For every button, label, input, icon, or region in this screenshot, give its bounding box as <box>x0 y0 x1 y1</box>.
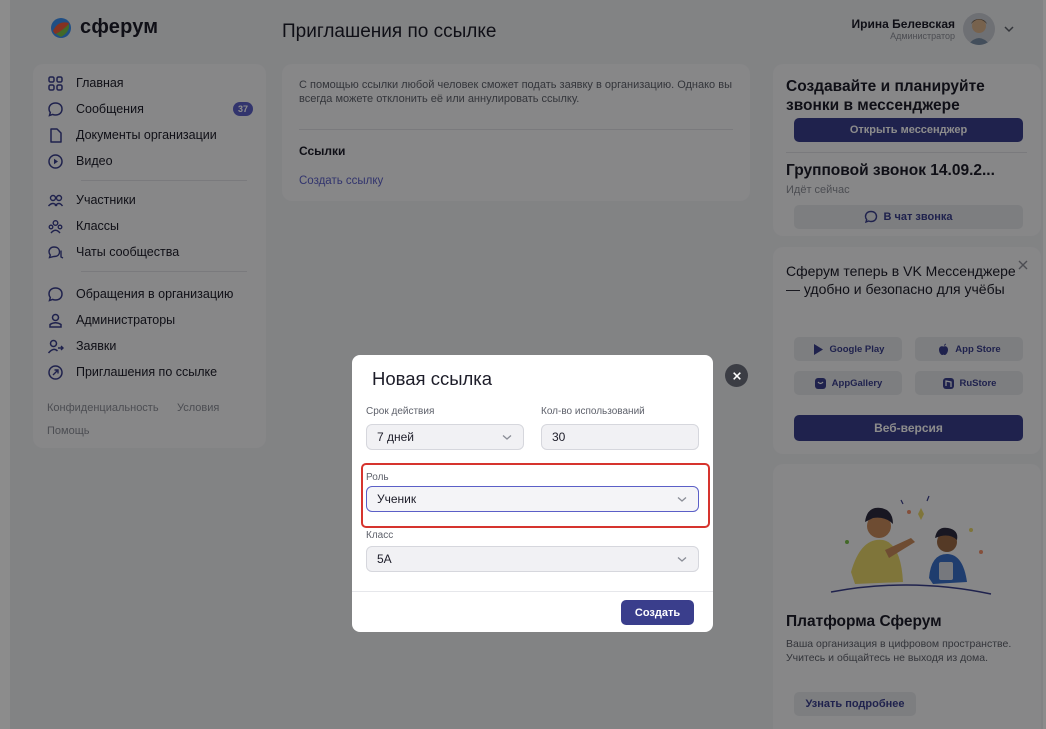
role-select[interactable]: Ученик <box>366 486 699 512</box>
uses-input[interactable]: 30 <box>541 424 699 450</box>
divider <box>352 591 713 592</box>
modal-close-button[interactable] <box>725 364 748 387</box>
chevron-down-icon <box>677 497 687 502</box>
validity-label: Срок действия <box>366 406 435 417</box>
close-icon <box>732 371 741 380</box>
new-link-modal: Новая ссылка Срок действия 7 дней Кол-во… <box>352 355 713 632</box>
chevron-down-icon <box>677 557 687 562</box>
modal-title: Новая ссылка <box>372 368 493 389</box>
role-label: Роль <box>366 472 389 483</box>
role-value: Ученик <box>377 492 417 506</box>
class-value: 5А <box>377 552 392 566</box>
uses-value: 30 <box>552 430 566 444</box>
uses-label: Кол-во использований <box>541 406 645 417</box>
class-label: Класс <box>366 530 394 541</box>
create-button[interactable]: Создать <box>621 600 694 625</box>
validity-select[interactable]: 7 дней <box>366 424 524 450</box>
class-select[interactable]: 5А <box>366 546 699 572</box>
chevron-down-icon <box>502 435 512 440</box>
validity-value: 7 дней <box>377 430 415 444</box>
